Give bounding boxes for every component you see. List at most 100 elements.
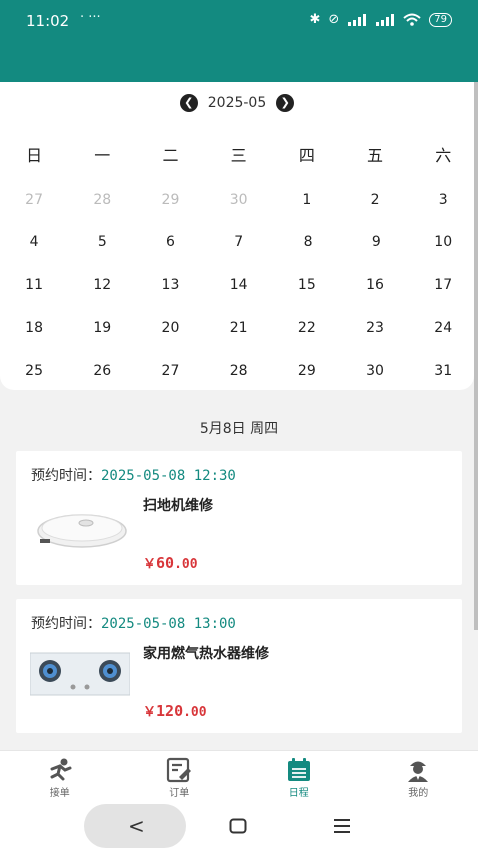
calendar-day[interactable]: 25 — [0, 363, 68, 379]
calendar-week-row: 27 28 29 30 1 2 3 — [0, 192, 478, 208]
back-button[interactable]: < — [84, 804, 186, 848]
calendar-day[interactable]: 20 — [136, 320, 204, 336]
scrollbar[interactable] — [474, 82, 478, 630]
calendar-day[interactable]: 1 — [273, 192, 341, 208]
weekday-label: 三 — [230, 146, 247, 165]
calendar-day[interactable]: 28 — [205, 363, 273, 379]
calendar-day[interactable]: 21 — [205, 320, 273, 336]
bluetooth-icon: ✱ — [309, 12, 321, 27]
home-button[interactable] — [229, 818, 247, 834]
calendar-day-number: 1 — [302, 192, 312, 208]
calendar-day-number: 17 — [434, 277, 453, 293]
price-decimals: .00 — [174, 557, 198, 572]
tab-label: 日程 — [288, 788, 309, 799]
appointment-time: 预约时间：2025-05-08 12:30 — [31, 465, 236, 485]
order-card[interactable]: 预约时间：2025-05-08 12:30 扫地机维修 ￥60.00 — [16, 451, 462, 585]
back-icon: < — [128, 814, 145, 838]
calendar-day-number: 12 — [93, 277, 112, 293]
calendar-day[interactable]: 27 — [0, 192, 68, 208]
calendar-day-number: 15 — [297, 277, 316, 293]
calendar-week-row: 11 12 13 14 15 16 17 — [0, 277, 478, 293]
calendar-day[interactable]: 31 — [409, 363, 477, 379]
calendar-day-number: 20 — [161, 320, 180, 336]
calendar-day[interactable]: 23 — [341, 320, 409, 336]
calendar-day[interactable]: 7 — [205, 234, 273, 250]
calendar-day-number: 6 — [166, 234, 175, 250]
mute-icon: ⊘ — [328, 12, 340, 27]
price-integer: 120 — [156, 702, 184, 720]
calendar-day[interactable]: 29 — [136, 192, 204, 208]
status-notification-dots: · ··· — [80, 10, 101, 25]
calendar-day[interactable]: 11 — [0, 277, 68, 293]
calendar-day-number: 23 — [366, 320, 384, 336]
calendar-day[interactable]: 10 — [409, 234, 477, 250]
calendar-day[interactable]: 17 — [409, 277, 477, 293]
calendar-day-number: 8 — [303, 234, 313, 250]
calendar-day-number: 24 — [434, 320, 453, 336]
calendar-day-number: 5 — [97, 234, 107, 250]
currency-symbol: ￥ — [143, 705, 157, 720]
calendar-day[interactable]: 15 — [273, 277, 341, 293]
status-icons: ✱ ⊘ 79 — [309, 12, 452, 27]
calendar-day-number: 26 — [93, 363, 112, 379]
appointment-time: 预约时间：2025-05-08 13:00 — [31, 613, 236, 633]
calendar-day[interactable]: 19 — [68, 320, 136, 336]
calendar-day-number: 21 — [229, 320, 248, 336]
calendar-week-row: 4 5 6 7 8 9 10 — [0, 234, 478, 250]
weekday-label: 二 — [162, 146, 179, 165]
status-bar: 11:02 · ··· ✱ ⊘ 79 — [0, 0, 478, 82]
tab-orders[interactable]: 订单 — [120, 751, 240, 802]
weekday-label: 一 — [94, 146, 111, 165]
calendar-day[interactable]: 5 — [68, 234, 136, 250]
calendar-day[interactable]: 26 — [68, 363, 136, 379]
calendar-day-number: 16 — [366, 277, 384, 293]
signal-icon — [348, 13, 367, 26]
service-price: ￥120.00 — [143, 701, 207, 720]
price-integer: 60 — [156, 554, 175, 572]
next-month-icon[interactable]: ❯ — [276, 94, 295, 112]
calendar-day[interactable]: 30 — [205, 192, 273, 208]
calendar-week-row: 18 19 20 21 22 23 24 — [0, 320, 478, 336]
calendar-icon — [287, 758, 310, 781]
weekday-label: 五 — [367, 146, 384, 165]
calendar-day[interactable]: 4 — [0, 234, 68, 250]
calendar-day[interactable]: 13 — [136, 277, 204, 293]
calendar-day[interactable]: 12 — [68, 277, 136, 293]
order-card[interactable]: 预约时间：2025-05-08 13:00 家用燃气热水器维修 ￥120.00 — [16, 599, 462, 733]
calendar-day-number: 14 — [229, 277, 248, 293]
month-navigator: ❮ 2025-05 ❯ — [0, 94, 474, 112]
calendar-day[interactable]: 2 — [341, 192, 409, 208]
weekday-label: 六 — [435, 146, 452, 165]
tab-label: 订单 — [169, 788, 190, 799]
calendar-day[interactable]: 18 — [0, 320, 68, 336]
calendar-day[interactable]: 8 — [273, 234, 341, 250]
weekday-header: 日一二三四五六 — [0, 142, 478, 166]
calendar-day[interactable]: 16 — [341, 277, 409, 293]
runner-icon — [50, 758, 72, 781]
tab-take-orders[interactable]: 接单 — [0, 751, 120, 802]
calendar-day[interactable]: 27 — [136, 363, 204, 379]
tab-label: 接单 — [49, 788, 70, 799]
calendar-day[interactable]: 29 — [273, 363, 341, 379]
calendar-day[interactable]: 30 — [341, 363, 409, 379]
prev-month-icon[interactable]: ❮ — [179, 94, 198, 112]
calendar-day-number: 27 — [161, 363, 180, 379]
calendar-day-number: 18 — [25, 320, 43, 336]
calendar-day-number: 25 — [25, 363, 43, 379]
robot-vacuum-image — [30, 501, 130, 551]
calendar-day[interactable]: 6 — [136, 234, 204, 250]
tab-schedule[interactable]: 日程 — [239, 751, 359, 802]
calendar-day[interactable]: 9 — [341, 234, 409, 250]
calendar-day-number: 31 — [434, 363, 453, 379]
calendar-day[interactable]: 22 — [273, 320, 341, 336]
calendar-day[interactable]: 24 — [409, 320, 477, 336]
calendar-day-number: 3 — [438, 192, 448, 208]
calendar-day[interactable]: 14 — [205, 277, 273, 293]
calendar-day-number: 13 — [161, 277, 180, 293]
menu-button[interactable] — [333, 818, 351, 834]
weekday-label: 日 — [26, 146, 43, 165]
calendar-day-number: 29 — [161, 192, 180, 208]
calendar-day[interactable]: 3 — [409, 192, 477, 208]
calendar-day[interactable]: 28 — [68, 192, 136, 208]
tab-profile[interactable]: 我的 — [359, 751, 478, 802]
